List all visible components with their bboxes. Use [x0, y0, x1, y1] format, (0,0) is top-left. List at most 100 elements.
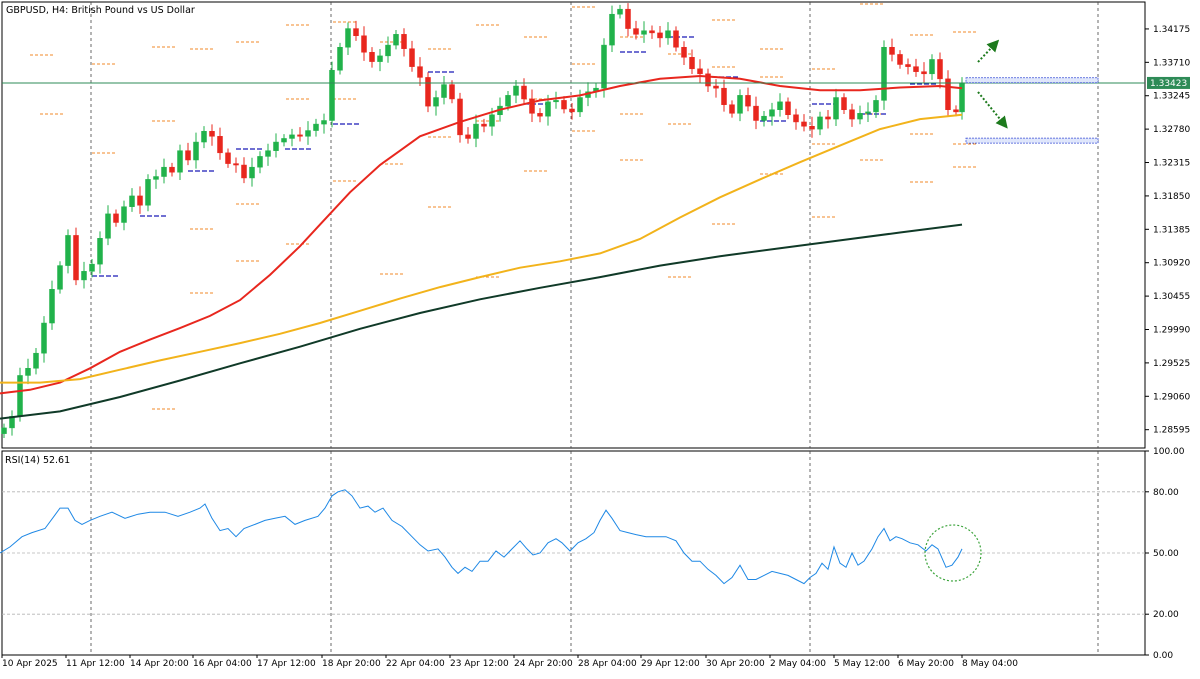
- x-tick-label: 28 Apr 04:00: [578, 659, 637, 669]
- chart-container: 1.33423 1.34175 1.33710 1.33245 1.32780 1.32…: [0, 0, 1200, 675]
- candle-body: [329, 69, 335, 121]
- lines-layer: [0, 74, 963, 585]
- candle-body: [49, 289, 55, 324]
- candle-body: [209, 131, 215, 137]
- rsi-y-tick-label: 20.00: [1153, 610, 1179, 620]
- candle-body: [921, 71, 927, 75]
- candle-body: [441, 84, 447, 98]
- main-panel-frame: [1, 1, 1146, 449]
- x-tick-label: 30 Apr 20:00: [706, 659, 765, 669]
- y-tick-label: 1.28595: [1153, 426, 1190, 436]
- candle-body: [681, 46, 687, 58]
- candle-body: [465, 134, 471, 139]
- candle-body: [273, 141, 279, 151]
- x-tick-label: 11 Apr 12:00: [66, 659, 125, 669]
- candle-body: [361, 35, 367, 53]
- y-tick-label: 1.29990: [1153, 325, 1190, 335]
- x-tick-label: 22 Apr 04:00: [386, 659, 445, 669]
- candle-body: [137, 195, 143, 206]
- candle-body: [841, 97, 847, 110]
- candle-body: [857, 113, 863, 120]
- candle-body: [473, 123, 479, 139]
- rsi-y-tick-label: 50.00: [1153, 549, 1179, 559]
- candle-body: [417, 66, 423, 78]
- candle-body: [665, 30, 671, 39]
- candle-body: [633, 28, 639, 35]
- candle-body: [305, 130, 311, 137]
- candle-body: [249, 166, 255, 179]
- candle-body: [817, 116, 823, 130]
- candle-body: [945, 78, 951, 110]
- candle-body: [129, 195, 135, 207]
- candle-body: [145, 179, 151, 206]
- y-tick-label: 1.33245: [1153, 92, 1190, 102]
- y-tick-label: 1.30920: [1153, 259, 1190, 269]
- candle-body: [777, 101, 783, 110]
- y-tick-label: 1.33710: [1153, 58, 1190, 68]
- candle-body: [913, 66, 919, 72]
- candle-body: [281, 138, 287, 143]
- candle-body: [169, 166, 175, 173]
- candle-body: [481, 123, 487, 127]
- candle-body: [513, 85, 519, 96]
- candle-body: [753, 105, 759, 121]
- candle-body: [233, 163, 239, 166]
- candle-body: [745, 95, 751, 107]
- candle-body: [1, 427, 7, 434]
- candle-body: [57, 265, 63, 290]
- candle-body: [537, 113, 543, 117]
- candle-body: [617, 8, 623, 15]
- candle-body: [313, 123, 319, 131]
- candle-body: [713, 85, 719, 89]
- candle-body: [153, 176, 159, 180]
- candle-body: [289, 134, 295, 139]
- moving-average-line: [0, 223, 963, 420]
- candle-body: [833, 97, 839, 120]
- candle-body: [809, 125, 815, 130]
- chart-svg: 1.33423 1.34175 1.33710 1.33245 1.32780 1.32…: [0, 1, 1190, 669]
- candle-body: [449, 84, 455, 100]
- y-tick-label: 1.30455: [1153, 292, 1190, 302]
- candle-body: [457, 98, 463, 136]
- candle-body: [865, 111, 871, 114]
- candle-body: [641, 30, 647, 35]
- x-tick-label: 2 May 04:00: [770, 659, 826, 669]
- candle-body: [33, 352, 39, 369]
- candle-body: [929, 59, 935, 75]
- candle-body: [721, 87, 727, 105]
- candle-body: [825, 116, 831, 120]
- candle-body: [801, 121, 807, 127]
- candle-body: [873, 100, 879, 113]
- candle-body: [625, 8, 631, 29]
- x-tick-label: 10 Apr 2025: [2, 659, 58, 669]
- candle-body: [761, 115, 767, 121]
- x-tick-label: 14 Apr 20:00: [130, 659, 189, 669]
- candle-body: [953, 109, 959, 113]
- x-tick-label: 6 May 20:00: [898, 659, 954, 669]
- candle-body: [105, 213, 111, 239]
- zone-box: [965, 137, 1099, 144]
- x-tick-label: 17 Apr 12:00: [257, 659, 316, 669]
- candle-body: [425, 77, 431, 107]
- candle-body: [385, 44, 391, 57]
- candle-body: [793, 114, 799, 123]
- candle-body: [369, 52, 375, 62]
- candle-body: [737, 95, 743, 114]
- rsi-y-tick-label: 100.00: [1153, 447, 1185, 457]
- candle-body: [81, 271, 87, 281]
- candle-body: [689, 57, 695, 70]
- candle-body: [409, 48, 415, 67]
- candle-body: [609, 13, 615, 46]
- candle-body: [217, 136, 223, 154]
- candle-body: [25, 368, 31, 376]
- x-tick-label: 8 May 04:00: [962, 659, 1018, 669]
- candle-body: [401, 34, 407, 49]
- candle-body: [505, 95, 511, 107]
- candle-body: [161, 166, 167, 177]
- main-chart-title: GBPUSD, H4: British Pound vs US Dollar: [6, 5, 195, 16]
- rsi-title: RSI(14) 52.61: [5, 455, 70, 466]
- y-tick-label: 1.32780: [1153, 125, 1190, 135]
- grid-layer: [1, 1, 1146, 656]
- candle-body: [393, 34, 399, 46]
- candle-body: [321, 120, 327, 125]
